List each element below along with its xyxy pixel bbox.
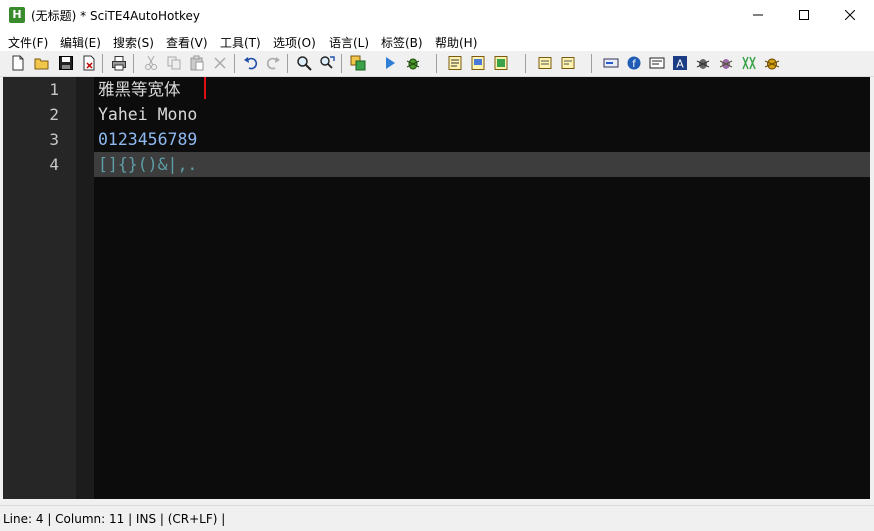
code-line: 0123456789 (98, 130, 198, 149)
menu-options[interactable]: 选项(O) (273, 34, 316, 51)
toolbar-separator (341, 54, 342, 73)
new-file-icon[interactable] (10, 55, 26, 71)
maximize-icon (799, 10, 809, 20)
menu-bar: 文件(F) 编辑(E) 搜索(S) 查看(V) 工具(T) 选项(O) 语言(L… (0, 31, 874, 51)
bug-red-icon[interactable] (718, 55, 734, 71)
line-number: 3 (49, 130, 59, 149)
minimize-icon (753, 14, 763, 16)
title-bar: H (无标题) * SciTE4AutoHotkey (0, 0, 874, 31)
script-icon[interactable] (447, 55, 463, 71)
menu-edit[interactable]: 编辑(E) (60, 34, 101, 51)
toolbar-separator (525, 54, 526, 73)
menu-help[interactable]: 帮助(H) (435, 34, 477, 51)
status-text: Line: 4 | Column: 11 | INS | (CR+LF) | (3, 512, 226, 526)
toolbar-separator (102, 54, 103, 73)
bookmark-icon[interactable] (537, 55, 553, 71)
fold-margin[interactable] (76, 77, 94, 499)
find-icon[interactable] (296, 55, 312, 71)
toolbar-separator (234, 54, 235, 73)
cut-icon[interactable] (143, 55, 159, 71)
window-spy-icon[interactable] (470, 55, 486, 71)
gui-icon[interactable] (649, 55, 665, 71)
help-doc-icon[interactable] (493, 55, 509, 71)
menu-language[interactable]: 语言(L) (329, 34, 369, 51)
minimize-button[interactable] (735, 0, 781, 31)
menu-view[interactable]: 查看(V) (166, 34, 208, 51)
svg-text:A: A (676, 58, 684, 71)
menu-search[interactable]: 搜索(S) (113, 34, 154, 51)
font-icon[interactable]: A (672, 55, 688, 71)
scite-app-icon[interactable]: H (9, 7, 25, 23)
bug-icon[interactable] (695, 55, 711, 71)
menu-tags[interactable]: 标签(B) (381, 34, 423, 51)
svg-text:f: f (632, 59, 636, 70)
debug-icon[interactable] (405, 55, 421, 71)
current-line-highlight (94, 152, 870, 177)
close-file-icon[interactable] (81, 55, 97, 71)
label-icon[interactable] (603, 55, 619, 71)
code-line: Yahei Mono (98, 105, 198, 124)
code-editor[interactable]: 1 2 3 4 雅黑等宽体 Yahei Mono 0123456789 []{}… (3, 77, 870, 499)
redo-icon[interactable] (265, 55, 281, 71)
compile-icon[interactable] (350, 55, 366, 71)
save-icon[interactable] (58, 55, 74, 71)
line-number: 1 (49, 80, 59, 99)
menu-tools[interactable]: 工具(T) (220, 34, 261, 51)
toolbar-separator (591, 54, 592, 73)
close-icon (845, 10, 855, 20)
delete-icon[interactable] (212, 55, 228, 71)
line-number-gutter: 1 2 3 4 (3, 77, 76, 499)
run-icon[interactable] (382, 55, 398, 71)
open-folder-icon[interactable] (34, 55, 50, 71)
code-line: 雅黑等宽体 (98, 80, 181, 99)
code-line: []{}()&|,. (98, 155, 198, 174)
maximize-button[interactable] (781, 0, 827, 31)
print-icon[interactable] (111, 55, 127, 71)
toolbar-separator (133, 54, 134, 73)
function-icon[interactable]: f (626, 55, 642, 71)
menu-file[interactable]: 文件(F) (8, 34, 48, 51)
close-button[interactable] (827, 0, 873, 31)
window-title: (无标题) * SciTE4AutoHotkey (31, 9, 201, 23)
line-number: 2 (49, 105, 59, 124)
hex-icon[interactable] (741, 55, 757, 71)
paste-icon[interactable] (189, 55, 205, 71)
copy-icon[interactable] (166, 55, 182, 71)
status-bar: Line: 4 | Column: 11 | INS | (CR+LF) | (0, 505, 874, 531)
bookmark-next-icon[interactable] (560, 55, 576, 71)
beetle-icon[interactable] (764, 55, 780, 71)
toolbar-separator (287, 54, 288, 73)
replace-icon[interactable] (319, 55, 335, 71)
text-caret (204, 77, 206, 99)
toolbar-separator (436, 54, 437, 73)
undo-icon[interactable] (243, 55, 259, 71)
toolbar: f A (0, 51, 874, 77)
line-number: 4 (49, 155, 59, 174)
